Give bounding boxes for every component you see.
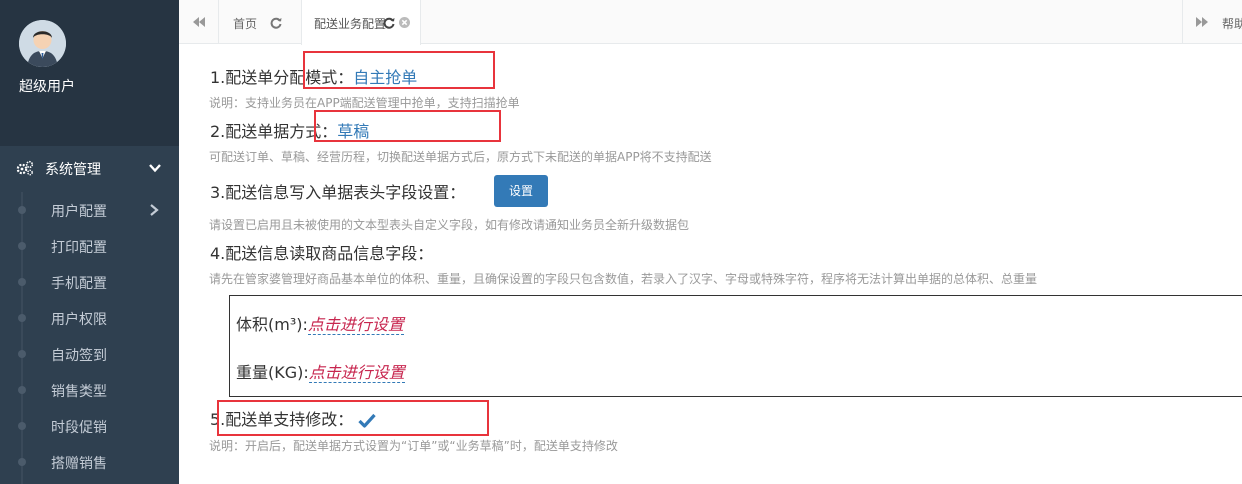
allow-edit-hint: 说明：开启后，配送单据方式设置为“订单”或“业务草稿”时，配送单支持修改 bbox=[209, 439, 618, 453]
document-mode-hint: 可配送订单、草稿、经营历程，切换配送单据方式后，原方式下未配送的单据APP将不支… bbox=[209, 150, 712, 164]
help-link[interactable]: 帮助 bbox=[1222, 15, 1242, 32]
setting-label: 3.配送信息写入单据表头字段设置： bbox=[210, 183, 466, 202]
user-name: 超级用户 bbox=[19, 79, 75, 95]
sidebar-item-user-permissions[interactable]: 用户权限 bbox=[0, 300, 179, 336]
product-fields-hint: 请先在管家婆管理好商品基本单位的体积、重量，且确保设置的字段只包含数值，若录入了… bbox=[209, 272, 1038, 286]
sidebar: 超级用户 系统管理 用户配置 打印配置 手机配置 用户权限 自动签到 销售类型 … bbox=[0, 0, 179, 484]
double-chevron-left-icon bbox=[193, 17, 205, 27]
tab-active-label: 配送业务配置 bbox=[314, 17, 387, 31]
main-content: 1.配送单分配模式：自主抢单 说明：支持业务员在APP端配送管理中抢单，支持扫描… bbox=[179, 45, 1242, 484]
double-chevron-right-icon bbox=[1196, 17, 1208, 27]
sidebar-item-label: 搭赠销售 bbox=[51, 456, 107, 472]
weight-setting-link[interactable]: 点击进行设置 bbox=[308, 363, 405, 383]
sidebar-item-label: 用户配置 bbox=[51, 204, 107, 220]
bullet-icon bbox=[18, 458, 26, 466]
volume-setting-link[interactable]: 点击进行设置 bbox=[307, 315, 404, 335]
setting-product-fields: 4.配送信息读取商品信息字段： bbox=[210, 240, 433, 264]
volume-label: 体积(m³): bbox=[236, 315, 308, 334]
chevron-right-icon bbox=[150, 204, 159, 216]
allocation-mode-hint: 说明：支持业务员在APP端配送管理中抢单，支持扫描抢单 bbox=[209, 96, 520, 110]
refresh-icon[interactable] bbox=[270, 17, 282, 29]
highlight-box bbox=[314, 110, 501, 142]
tab-delivery-config[interactable]: 配送业务配置 bbox=[301, 0, 421, 45]
menu-head-label: 系统管理 bbox=[45, 162, 101, 178]
bullet-icon bbox=[18, 206, 26, 214]
sidebar-item-sales-type[interactable]: 销售类型 bbox=[0, 372, 179, 408]
sidebar-item-gift-sales[interactable]: 搭赠销售 bbox=[0, 444, 179, 480]
sidebar-item-label: 打印配置 bbox=[51, 240, 107, 256]
setting-label: 4.配送信息读取商品信息字段： bbox=[210, 244, 434, 263]
highlight-box bbox=[303, 51, 495, 89]
weight-label: 重量(KG): bbox=[236, 363, 309, 382]
product-fields-panel: 体积(m³):点击进行设置 重量(KG):点击进行设置 bbox=[229, 295, 1242, 397]
avatar[interactable] bbox=[19, 20, 66, 67]
sidebar-item-label: 时段促销 bbox=[51, 420, 107, 436]
weight-row: 重量(KG):点击进行设置 bbox=[236, 359, 405, 383]
gears-icon bbox=[16, 160, 34, 176]
tabs-scroll-right-button[interactable] bbox=[1182, 0, 1222, 44]
bullet-icon bbox=[18, 242, 26, 250]
tab-home-label: 首页 bbox=[233, 17, 258, 31]
sidebar-item-auto-checkin[interactable]: 自动签到 bbox=[0, 336, 179, 372]
menu-system-management[interactable]: 系统管理 bbox=[0, 150, 179, 186]
sidebar-item-label: 销售类型 bbox=[51, 384, 107, 400]
sidebar-item-user-config[interactable]: 用户配置 bbox=[0, 192, 179, 228]
close-icon[interactable] bbox=[399, 17, 410, 28]
user-profile: 超级用户 bbox=[0, 0, 179, 146]
tab-bar: 首页 配送业务配置 帮助 bbox=[179, 0, 1242, 45]
bullet-icon bbox=[18, 350, 26, 358]
setting-header-field: 3.配送信息写入单据表头字段设置： bbox=[210, 179, 465, 203]
tab-home[interactable]: 首页 bbox=[219, 0, 299, 44]
volume-row: 体积(m³):点击进行设置 bbox=[236, 311, 404, 335]
sidebar-item-label: 用户权限 bbox=[51, 312, 107, 328]
chevron-down-icon bbox=[149, 164, 161, 173]
settings-button[interactable]: 设置 bbox=[494, 175, 548, 207]
tabs-scroll-left-button[interactable] bbox=[179, 0, 219, 44]
sidebar-item-mobile-config[interactable]: 手机配置 bbox=[0, 264, 179, 300]
bullet-icon bbox=[18, 422, 26, 430]
bullet-icon bbox=[18, 314, 26, 322]
highlight-box bbox=[217, 400, 489, 436]
refresh-icon[interactable] bbox=[383, 17, 395, 29]
sidebar-item-time-promotion[interactable]: 时段促销 bbox=[0, 408, 179, 444]
sidebar-item-label: 自动签到 bbox=[51, 348, 107, 364]
sidebar-item-print-config[interactable]: 打印配置 bbox=[0, 228, 179, 264]
header-field-hint: 请设置已启用且未被使用的文本型表头自定义字段，如有修改请通知业务员全新升级数据包 bbox=[209, 218, 690, 232]
sidebar-item-label: 手机配置 bbox=[51, 276, 107, 292]
bullet-icon bbox=[18, 386, 26, 394]
bullet-icon bbox=[18, 278, 26, 286]
